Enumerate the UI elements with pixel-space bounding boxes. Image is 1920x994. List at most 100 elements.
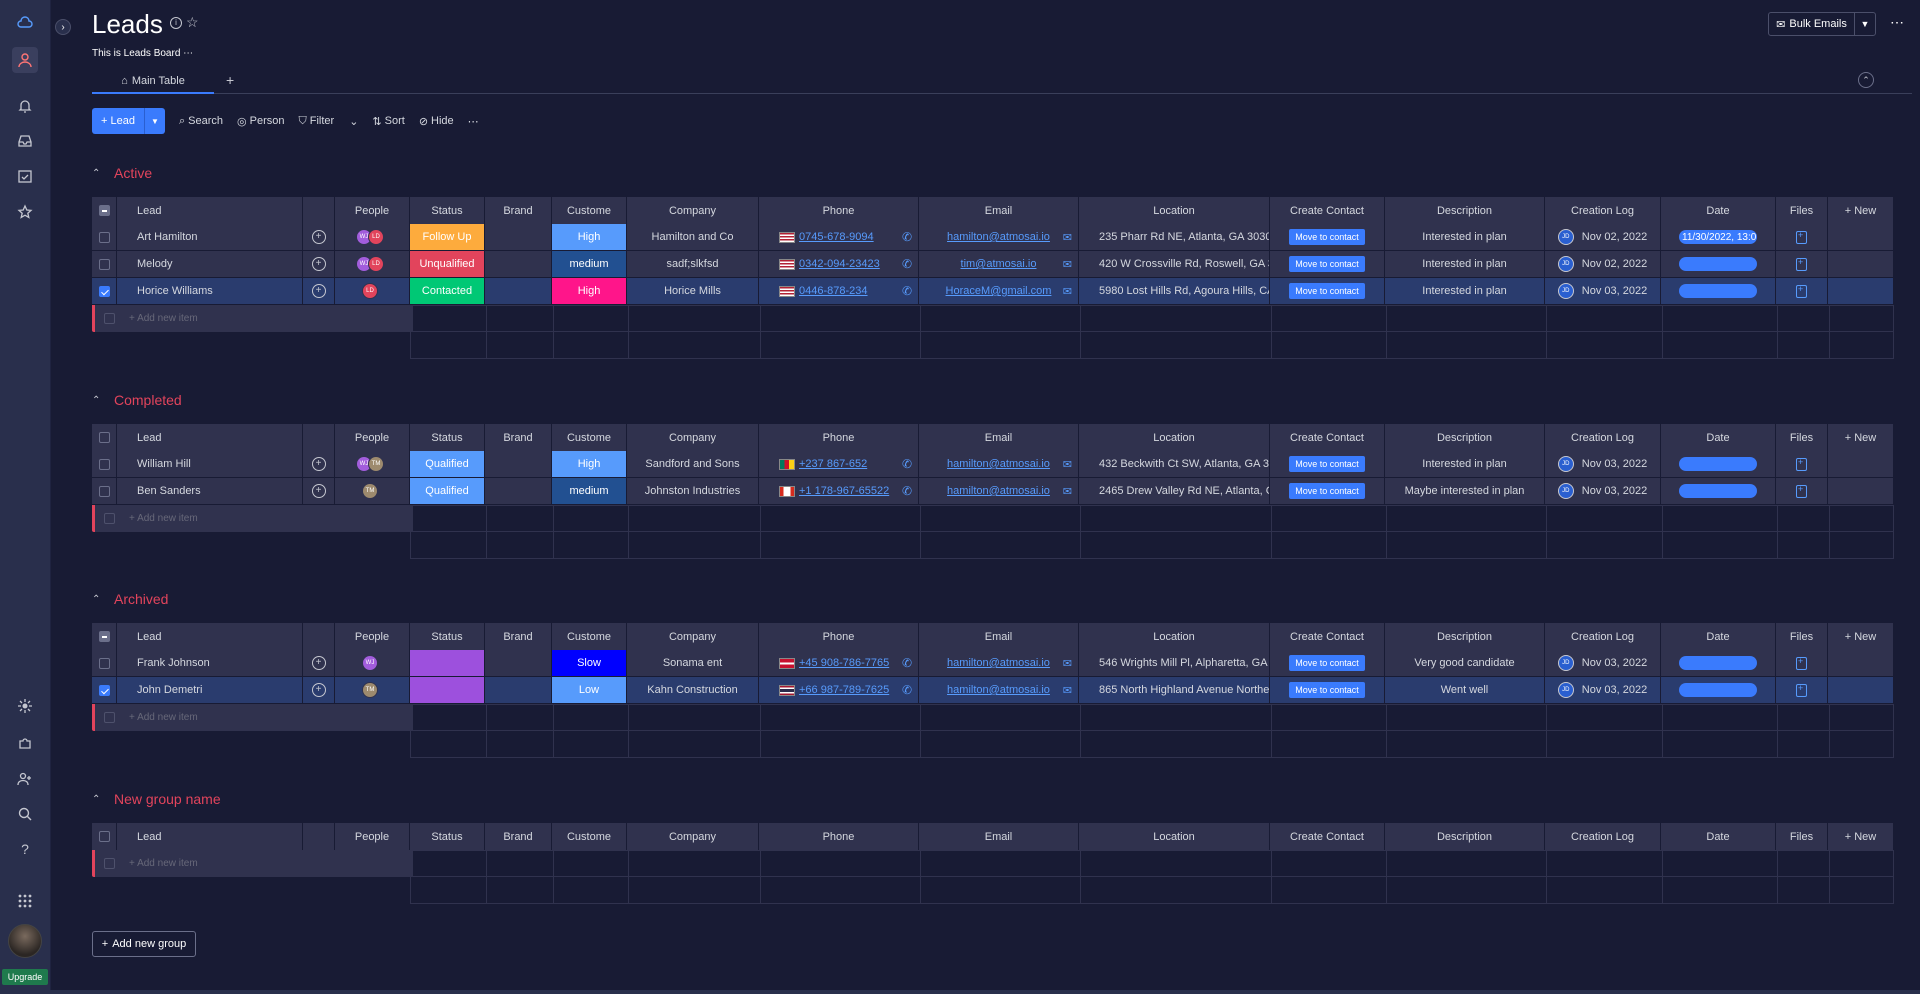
logo-cloud-icon[interactable]: [14, 12, 36, 34]
date-pill[interactable]: 11/30/2022, 13:0: [1679, 230, 1757, 244]
collapse-group-chevron-icon[interactable]: ⌃: [92, 168, 104, 179]
phone-link[interactable]: 0745-678-9094: [799, 231, 874, 243]
email-link[interactable]: HoraceM@gmail.com: [946, 285, 1052, 297]
phone-call-icon[interactable]: ✆: [902, 230, 912, 244]
open-updates-cell[interactable]: +: [303, 677, 335, 704]
date-cell[interactable]: [1661, 478, 1776, 505]
open-updates-cell[interactable]: +: [303, 224, 335, 251]
email-link[interactable]: hamilton@atmosai.io: [947, 458, 1050, 470]
brand-cell[interactable]: [485, 677, 552, 704]
phone-cell[interactable]: +237 867-652 ✆: [759, 451, 919, 478]
add-new-group-button[interactable]: + Add new group: [92, 931, 196, 957]
app-grid-icon[interactable]: [12, 888, 38, 914]
files-cell[interactable]: [1776, 478, 1828, 505]
people-cell[interactable]: WJ TM: [335, 451, 410, 478]
phone-call-icon[interactable]: ✆: [902, 284, 912, 298]
date-pill[interactable]: [1679, 656, 1757, 670]
phone-cell[interactable]: 0342-094-23423 ✆: [759, 251, 919, 278]
add-update-icon[interactable]: +: [311, 457, 326, 471]
add-update-icon[interactable]: +: [311, 656, 326, 670]
collapse-group-chevron-icon[interactable]: ⌃: [92, 794, 104, 805]
lead-name-cell[interactable]: William Hill: [117, 451, 303, 478]
email-envelope-icon[interactable]: ✉: [1063, 285, 1072, 298]
add-column-button[interactable]: + New: [1828, 424, 1894, 451]
phone-call-icon[interactable]: ✆: [902, 457, 912, 471]
select-all-checkbox[interactable]: [92, 424, 117, 451]
bulk-emails-button[interactable]: ✉ Bulk Emails ▼: [1768, 12, 1876, 36]
files-cell[interactable]: [1776, 224, 1828, 251]
email-envelope-icon[interactable]: ✉: [1063, 458, 1072, 471]
board-menu-more-icon[interactable]: ⋯: [1890, 14, 1904, 31]
inbox-icon[interactable]: [14, 130, 36, 152]
email-cell[interactable]: hamilton@atmosai.io ✉: [919, 451, 1079, 478]
files-cell[interactable]: [1776, 278, 1828, 305]
people-cell[interactable]: TM: [335, 478, 410, 505]
add-file-icon[interactable]: [1796, 683, 1807, 697]
email-cell[interactable]: hamilton@atmosai.io ✉: [919, 478, 1079, 505]
notifications-bell-icon[interactable]: [14, 95, 36, 117]
people-cell[interactable]: LD: [335, 278, 410, 305]
date-cell[interactable]: 11/30/2022, 13:0: [1661, 224, 1776, 251]
checkbox-icon[interactable]: [98, 684, 110, 696]
company-cell[interactable]: Sonama ent: [627, 650, 759, 677]
row-checkbox[interactable]: [92, 451, 117, 478]
status-cell[interactable]: Qualified: [410, 451, 485, 478]
move-to-contact-button[interactable]: Move to contact: [1289, 682, 1365, 698]
checkbox-icon[interactable]: [98, 485, 110, 497]
group-title[interactable]: Active: [114, 165, 152, 181]
date-cell[interactable]: [1661, 650, 1776, 677]
email-link[interactable]: hamilton@atmosai.io: [947, 485, 1050, 497]
apps-sun-icon[interactable]: [14, 695, 36, 717]
add-column-button[interactable]: + New: [1828, 197, 1894, 224]
brand-cell[interactable]: [485, 278, 552, 305]
row-checkbox[interactable]: [92, 650, 117, 677]
user-avatar[interactable]: [8, 924, 42, 958]
brand-cell[interactable]: [485, 650, 552, 677]
tab-main-table[interactable]: ⌂ Main Table: [92, 70, 214, 94]
invite-members-icon[interactable]: [14, 768, 36, 790]
add-new-item-label[interactable]: + Add new item: [129, 313, 198, 324]
email-envelope-icon[interactable]: ✉: [1063, 684, 1072, 697]
move-to-contact-button[interactable]: Move to contact: [1289, 456, 1365, 472]
company-cell[interactable]: Sandford and Sons: [627, 451, 759, 478]
move-to-contact-button[interactable]: Move to contact: [1289, 229, 1365, 245]
add-file-icon[interactable]: [1796, 484, 1807, 498]
info-icon[interactable]: i: [170, 17, 182, 29]
add-column-button[interactable]: + New: [1828, 823, 1894, 850]
date-cell[interactable]: [1661, 251, 1776, 278]
horizontal-scrollbar[interactable]: [0, 990, 1920, 994]
lead-name-cell[interactable]: Frank Johnson: [117, 650, 303, 677]
company-cell[interactable]: Kahn Construction: [627, 677, 759, 704]
collapse-group-chevron-icon[interactable]: ⌃: [92, 395, 104, 406]
group-title[interactable]: Completed: [114, 392, 182, 408]
person-avatar[interactable]: LD: [368, 229, 384, 245]
person-avatar[interactable]: LD: [362, 283, 378, 299]
row-checkbox[interactable]: [92, 224, 117, 251]
customer-priority-cell[interactable]: High: [552, 451, 627, 478]
phone-link[interactable]: 0446-878-234: [799, 285, 868, 297]
phone-cell[interactable]: 0745-678-9094 ✆: [759, 224, 919, 251]
group-title[interactable]: New group name: [114, 791, 221, 807]
select-all-checkbox[interactable]: [92, 623, 117, 650]
status-cell[interactable]: [410, 650, 485, 677]
phone-call-icon[interactable]: ✆: [902, 257, 912, 271]
row-checkbox[interactable]: [92, 278, 117, 305]
location-cell[interactable]: 235 Pharr Rd NE, Atlanta, GA 30305,: [1079, 224, 1270, 251]
open-updates-cell[interactable]: +: [303, 451, 335, 478]
add-file-icon[interactable]: [1796, 230, 1807, 244]
description-cell[interactable]: Interested in plan: [1385, 251, 1545, 278]
company-cell[interactable]: sadf;slkfsd: [627, 251, 759, 278]
add-view-button[interactable]: +: [226, 72, 234, 88]
date-pill[interactable]: [1679, 284, 1757, 298]
checkbox-icon[interactable]: [98, 205, 110, 216]
company-cell[interactable]: Johnston Industries: [627, 478, 759, 505]
phone-link[interactable]: +45 908-786-7765: [799, 657, 889, 669]
table-row[interactable]: John Demetri + TM Low Kahn Construction +66 9…: [92, 677, 1894, 704]
customer-priority-cell[interactable]: medium: [552, 251, 627, 278]
add-update-icon[interactable]: +: [311, 484, 326, 498]
move-to-contact-button[interactable]: Move to contact: [1289, 256, 1365, 272]
phone-link[interactable]: 0342-094-23423: [799, 258, 880, 270]
person-avatar[interactable]: LD: [368, 256, 384, 272]
upgrade-button[interactable]: Upgrade: [2, 969, 48, 985]
person-filter-button[interactable]: ◎ Person: [237, 115, 284, 128]
